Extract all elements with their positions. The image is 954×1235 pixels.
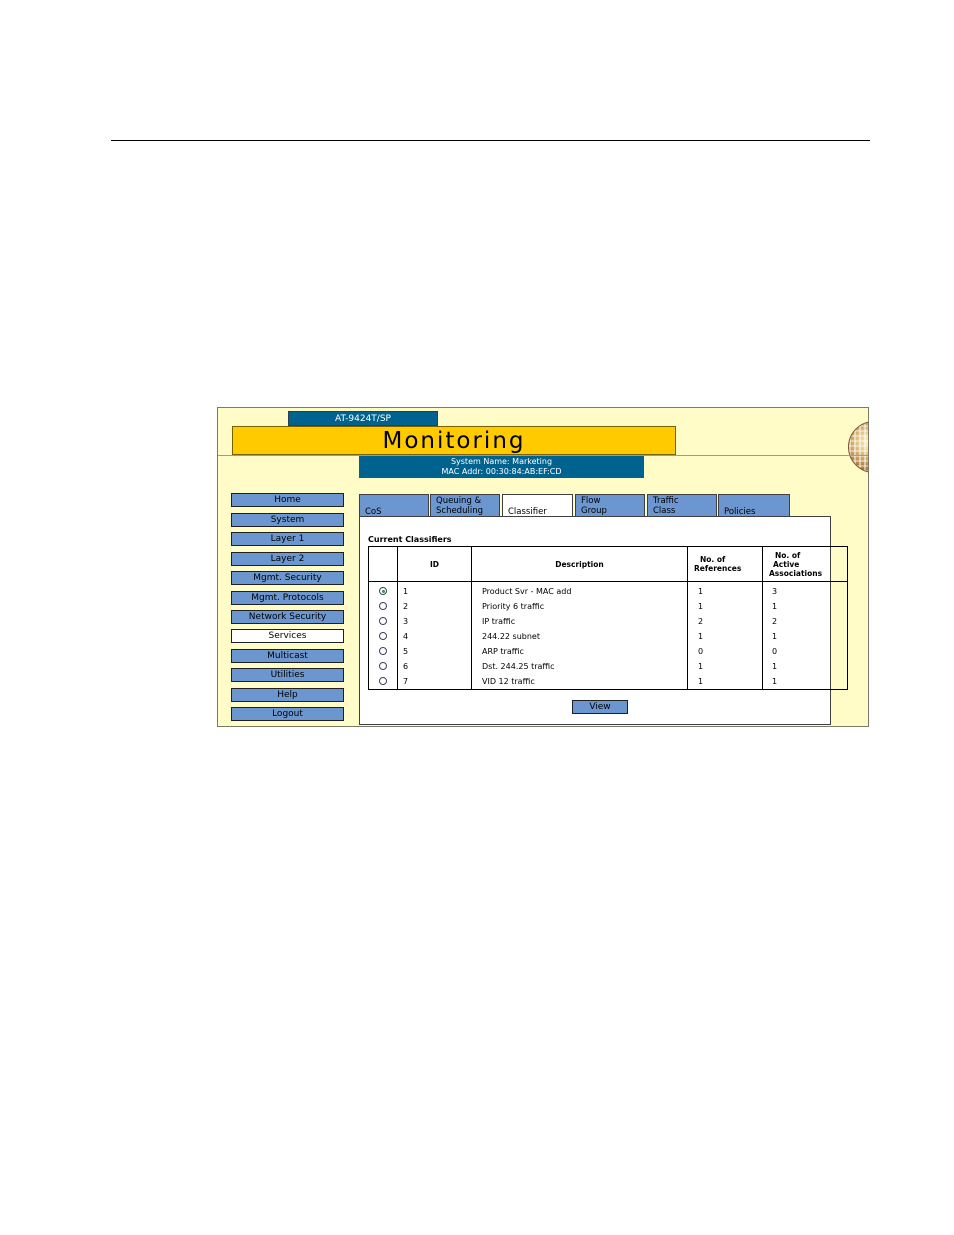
cell-description: Dst. 244.25 traffic xyxy=(482,662,555,671)
tab-scheduling[interactable]: Queuing & Scheduling xyxy=(430,494,500,517)
cell-id: 4 xyxy=(403,632,409,641)
row-select-radio[interactable] xyxy=(379,662,387,670)
app-window: AT-9424T/SP Monitoring System Name: Mark… xyxy=(217,407,869,727)
cell-description: ARP traffic xyxy=(482,647,524,656)
row-select-radio[interactable] xyxy=(379,602,387,610)
row-select-radio[interactable] xyxy=(379,617,387,625)
cell-active-associations: 3 xyxy=(772,587,778,596)
table-row: 7 VID 12 traffic 1 1 xyxy=(369,674,847,689)
model-label: AT-9424T/SP xyxy=(288,411,438,426)
cell-description: 244.22 subnet xyxy=(482,632,540,641)
header-id: ID xyxy=(429,559,440,569)
page-divider xyxy=(111,140,870,141)
nav-network-security-button[interactable]: Network Security xyxy=(231,610,344,624)
cell-references: 1 xyxy=(698,677,704,686)
row-select-radio[interactable] xyxy=(379,647,387,655)
cell-references: 1 xyxy=(698,587,704,596)
cell-references: 1 xyxy=(698,632,704,641)
table-row: 6 Dst. 244.25 traffic 1 1 xyxy=(369,659,847,674)
table-row: 5 ARP traffic 0 0 xyxy=(369,644,847,659)
tab-content: Current Classifiers ID Description No. o… xyxy=(359,516,848,725)
cell-active-associations: 1 xyxy=(772,662,778,671)
classifier-table: ID Description No. of References No. of Ac… xyxy=(368,546,848,690)
tab-classifier[interactable]: Classifier xyxy=(502,494,573,518)
section-title: Current Classifiers xyxy=(368,535,452,544)
cell-description: VID 12 traffic xyxy=(482,677,535,686)
cell-description: Priority 6 traffic xyxy=(482,602,545,611)
cell-id: 6 xyxy=(403,662,409,671)
nav-help-button[interactable]: Help xyxy=(231,688,344,702)
tab-cos[interactable]: CoS xyxy=(359,494,429,517)
tab-class[interactable]: Traffic Class xyxy=(647,494,717,517)
nav-utilities-button[interactable]: Utilities xyxy=(231,668,344,682)
nav-mgmt-protocols-button[interactable]: Mgmt. Protocols xyxy=(231,591,344,605)
cell-active-associations: 1 xyxy=(772,677,778,686)
nav-services-button[interactable]: Services xyxy=(231,629,344,643)
table-row: 4 244.22 subnet 1 1 xyxy=(369,629,847,644)
cell-id: 5 xyxy=(403,647,409,656)
table-row: 3 IP traffic 2 2 xyxy=(369,614,847,629)
cell-references: 1 xyxy=(698,602,704,611)
tab-group[interactable]: Flow Group xyxy=(575,494,645,517)
cell-active-associations: 2 xyxy=(772,617,778,626)
cell-description: IP traffic xyxy=(482,617,516,626)
table-row: 1 Product Svr - MAC add 1 3 xyxy=(369,584,847,599)
mac-address: MAC Addr: 00:30:84:AB:EF:CD xyxy=(441,467,562,476)
row-select-radio[interactable] xyxy=(379,632,387,640)
header-references: No. of References xyxy=(694,555,742,573)
nav-logout-button[interactable]: Logout xyxy=(231,707,344,721)
globe-icon xyxy=(848,421,868,473)
cell-references: 0 xyxy=(698,647,704,656)
system-name: System Name: Marketing xyxy=(450,457,553,466)
cell-references: 1 xyxy=(698,662,704,671)
row-select-radio[interactable] xyxy=(379,587,387,595)
view-button[interactable]: View xyxy=(572,700,628,714)
page-title: Monitoring xyxy=(382,428,526,454)
nav-mgmt-security-button[interactable]: Mgmt. Security xyxy=(231,571,344,585)
row-select-radio[interactable] xyxy=(379,677,387,685)
cell-active-associations: 1 xyxy=(772,632,778,641)
cell-id: 3 xyxy=(403,617,409,626)
cell-active-associations: 0 xyxy=(772,647,778,656)
cell-id: 2 xyxy=(403,602,409,611)
cell-description: Product Svr - MAC add xyxy=(482,587,572,596)
cell-active-associations: 1 xyxy=(772,602,778,611)
header-active-associations: No. of Active Associations xyxy=(769,550,823,578)
tab-policies[interactable]: Policies xyxy=(718,494,790,517)
nav-home-button[interactable]: Home xyxy=(231,493,344,507)
system-info: System Name: Marketing MAC Addr: 00:30:8… xyxy=(359,456,644,478)
header-description: Description xyxy=(555,559,604,569)
nav-system-button[interactable]: System xyxy=(231,513,344,527)
nav-layer-1-button[interactable]: Layer 1 xyxy=(231,532,344,546)
nav-multicast-button[interactable]: Multicast xyxy=(231,649,344,663)
nav-layer-2-button[interactable]: Layer 2 xyxy=(231,552,344,566)
table-row: 2 Priority 6 traffic 1 1 xyxy=(369,599,847,614)
cell-id: 1 xyxy=(403,587,409,596)
title-banner: Monitoring xyxy=(232,426,676,455)
cell-id: 7 xyxy=(403,677,409,686)
cell-references: 2 xyxy=(698,617,704,626)
